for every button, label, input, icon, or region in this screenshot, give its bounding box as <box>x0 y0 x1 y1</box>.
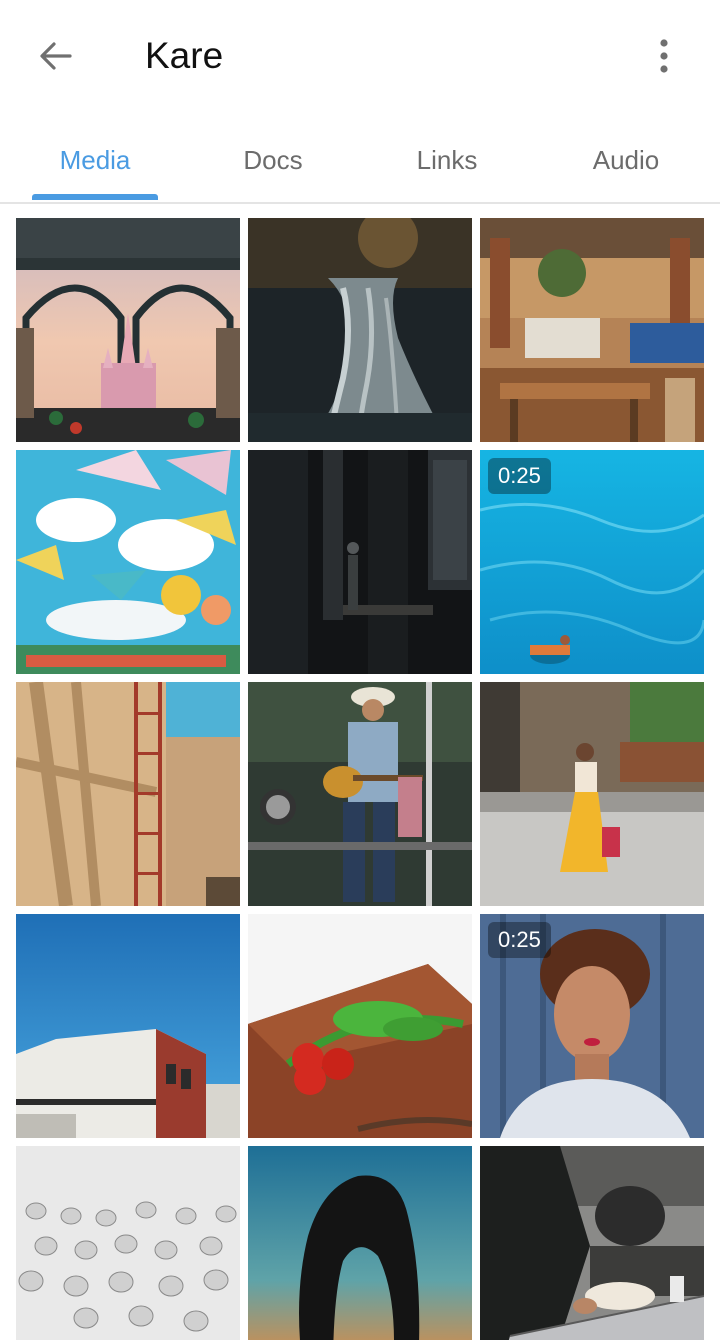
tab-media[interactable]: Media <box>32 120 158 200</box>
more-vertical-icon <box>660 39 668 73</box>
active-tab-indicator <box>32 194 158 200</box>
tab-bar: Media Docs Links Audio <box>0 120 720 204</box>
media-thumbnail[interactable] <box>248 218 472 442</box>
man-dark-building-photo <box>248 450 472 674</box>
media-thumbnail[interactable]: 0:25 <box>480 450 704 674</box>
tab-docs[interactable]: Docs <box>210 120 336 200</box>
tomatoes-photo <box>248 914 472 1138</box>
media-thumbnail[interactable] <box>16 914 240 1138</box>
media-thumbnail[interactable] <box>480 682 704 906</box>
waterfall-photo <box>248 218 472 442</box>
media-thumbnail[interactable] <box>480 1146 704 1340</box>
media-thumbnail[interactable] <box>16 218 240 442</box>
tab-links[interactable]: Links <box>384 120 510 200</box>
chat-title: Kare <box>145 35 224 76</box>
white-house-photo <box>16 914 240 1138</box>
media-thumbnail[interactable] <box>16 450 240 674</box>
restaurant-photo <box>480 218 704 442</box>
media-thumbnail[interactable] <box>248 914 472 1138</box>
cooking-photo <box>480 1146 704 1340</box>
tab-audio[interactable]: Audio <box>563 120 689 200</box>
media-thumbnail[interactable] <box>248 682 472 906</box>
building-ladder-photo <box>16 682 240 906</box>
media-thumbnail[interactable]: 0:25 <box>480 914 704 1138</box>
back-button[interactable] <box>28 30 84 82</box>
arrow-left-icon <box>40 42 72 70</box>
video-duration-badge: 0:25 <box>488 458 551 494</box>
media-thumbnail[interactable] <box>248 1146 472 1340</box>
app-bar: Kare <box>0 0 720 112</box>
media-thumbnail[interactable] <box>248 450 472 674</box>
video-duration-badge: 0:25 <box>488 922 551 958</box>
media-screen: Kare Media Docs Links Audio 0:25 0:25 <box>0 0 720 1340</box>
more-options-button[interactable] <box>636 30 692 82</box>
rock-arch-photo <box>248 1146 472 1340</box>
media-thumbnail[interactable] <box>16 682 240 906</box>
umbrellas-photo <box>16 450 240 674</box>
birds-snow-photo <box>16 1146 240 1340</box>
guitarist-photo <box>248 682 472 906</box>
media-thumbnail[interactable] <box>480 218 704 442</box>
castle-photo <box>16 218 240 442</box>
media-thumbnail[interactable] <box>16 1146 240 1340</box>
woman-yellow-dress-photo <box>480 682 704 906</box>
